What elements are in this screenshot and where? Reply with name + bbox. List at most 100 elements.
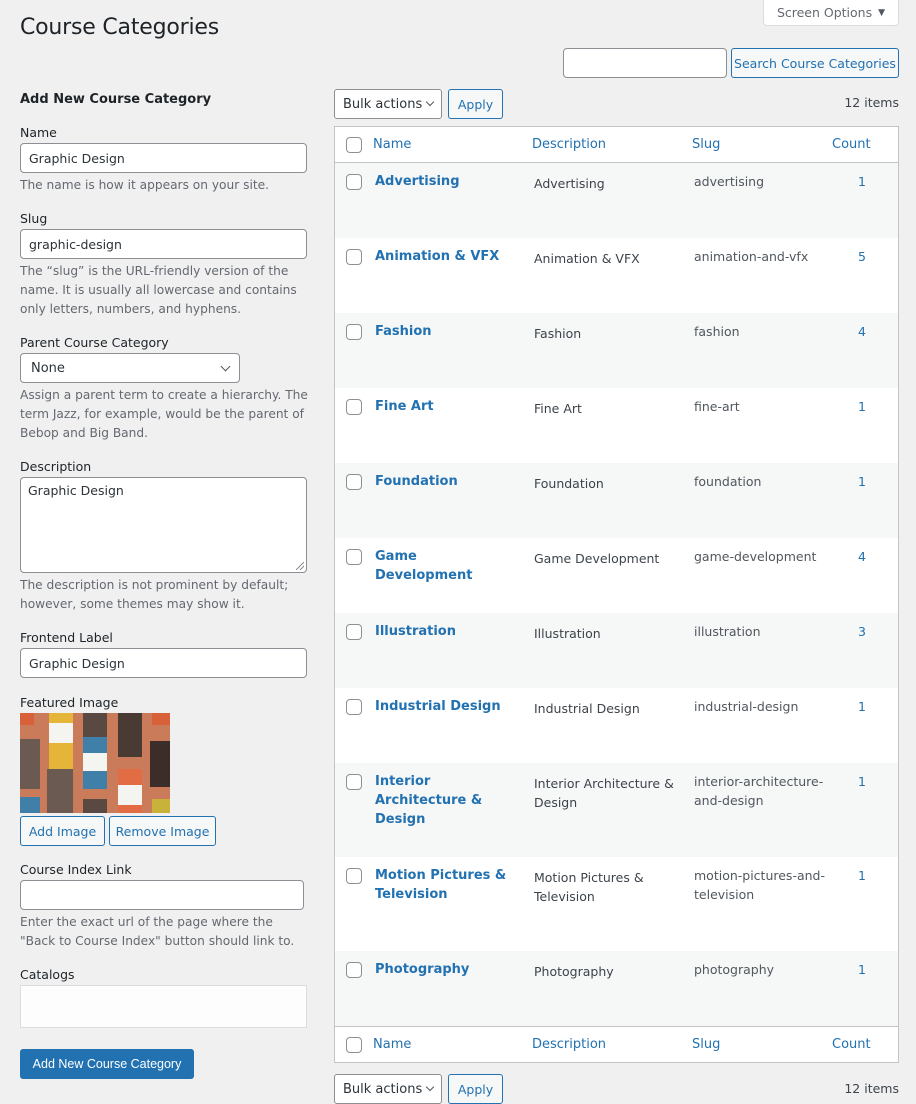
- search-button[interactable]: Search Course Categories: [731, 48, 899, 78]
- category-name-link[interactable]: Animation & VFX: [375, 247, 515, 266]
- remove-image-button[interactable]: Remove Image: [109, 816, 216, 846]
- course-index-link-label: Course Index Link: [20, 862, 132, 877]
- category-name-link[interactable]: Foundation: [375, 472, 515, 491]
- category-name-link[interactable]: Motion Pictures & Television: [375, 866, 515, 904]
- description-textarea[interactable]: Graphic Design: [20, 477, 307, 573]
- apply-button[interactable]: Apply: [448, 89, 503, 119]
- category-count-link[interactable]: 1: [858, 472, 866, 491]
- category-description: Photography: [534, 964, 614, 979]
- category-name-link[interactable]: Game Development: [375, 547, 515, 585]
- column-name-footer[interactable]: Name: [373, 1037, 411, 1052]
- add-image-button[interactable]: Add Image: [20, 816, 105, 846]
- chevron-down-icon: [425, 97, 435, 107]
- category-count-link[interactable]: 1: [858, 866, 866, 885]
- description-value: Graphic Design: [28, 483, 124, 498]
- category-description: Fashion: [534, 326, 582, 341]
- row-checkbox[interactable]: [346, 249, 362, 265]
- parent-help: Assign a parent term to create a hierarc…: [20, 388, 308, 440]
- slug-label: Slug: [20, 211, 48, 226]
- row-checkbox[interactable]: [346, 399, 362, 415]
- category-count-link[interactable]: 1: [858, 697, 866, 716]
- row-checkbox[interactable]: [346, 174, 362, 190]
- tablenav-top: Bulk actions Apply 12 items: [334, 89, 899, 119]
- row-checkbox[interactable]: [346, 774, 362, 790]
- select-all-checkbox[interactable]: [346, 137, 362, 153]
- category-name-link[interactable]: Industrial Design: [375, 697, 515, 716]
- category-count-link[interactable]: 1: [858, 397, 866, 416]
- table-row: Interior Architecture & Design Interior A…: [335, 763, 898, 857]
- select-all-checkbox-footer[interactable]: [346, 1037, 362, 1053]
- slug-input[interactable]: graphic-design: [20, 229, 307, 259]
- description-help: The description is not prominent by defa…: [20, 578, 289, 611]
- column-count[interactable]: Count: [832, 137, 871, 152]
- row-checkbox[interactable]: [346, 624, 362, 640]
- table-header: Name Description Slug Count: [335, 127, 898, 163]
- form-heading: Add New Course Category: [20, 92, 212, 107]
- parent-select[interactable]: None: [20, 353, 240, 383]
- category-count-link[interactable]: 1: [858, 960, 866, 979]
- category-name-link[interactable]: Interior Architecture & Design: [375, 772, 515, 829]
- row-checkbox[interactable]: [346, 549, 362, 565]
- frontend-label-label: Frontend Label: [20, 630, 113, 645]
- featured-image-label: Featured Image: [20, 695, 119, 710]
- row-checkbox[interactable]: [346, 474, 362, 490]
- category-name-link[interactable]: Fashion: [375, 322, 515, 341]
- category-description: Industrial Design: [534, 701, 640, 716]
- caret-down-icon: ▼: [878, 7, 886, 18]
- column-slug[interactable]: Slug: [692, 137, 720, 152]
- search-input[interactable]: [563, 48, 727, 78]
- category-count-link[interactable]: 1: [858, 172, 866, 191]
- category-name-link[interactable]: Fine Art: [375, 397, 515, 416]
- category-name-link[interactable]: Advertising: [375, 172, 515, 191]
- parent-label: Parent Course Category: [20, 335, 169, 350]
- category-slug: motion-pictures-and-television: [694, 868, 825, 902]
- category-slug: illustration: [694, 624, 761, 639]
- table-row: Animation & VFX Animation & VFX animation-…: [335, 238, 898, 313]
- page-title: Course Categories: [20, 15, 219, 40]
- apply-button-bottom[interactable]: Apply: [448, 1074, 503, 1104]
- resize-grip-icon[interactable]: [296, 562, 304, 570]
- row-checkbox[interactable]: [346, 324, 362, 340]
- name-input[interactable]: Graphic Design: [20, 143, 307, 173]
- category-description: Fine Art: [534, 401, 582, 416]
- row-checkbox[interactable]: [346, 868, 362, 884]
- table-row: Fine Art Fine Art fine-art 1: [335, 388, 898, 463]
- category-count-link[interactable]: 5: [858, 247, 866, 266]
- chevron-down-icon: [425, 1082, 435, 1092]
- column-description[interactable]: Description: [532, 137, 606, 152]
- screen-options-button[interactable]: Screen Options ▼: [763, 0, 899, 26]
- bulk-actions-select-bottom[interactable]: Bulk actions: [334, 1074, 442, 1104]
- table-row: Foundation Foundation foundation 1: [335, 463, 898, 538]
- table-row: Motion Pictures & Television Motion Pictu…: [335, 857, 898, 951]
- add-new-category-button[interactable]: Add New Course Category: [20, 1049, 194, 1079]
- category-slug: fashion: [694, 324, 740, 339]
- category-description: Foundation: [534, 476, 604, 491]
- category-count-link[interactable]: 4: [858, 322, 866, 341]
- column-name[interactable]: Name: [373, 137, 411, 152]
- description-label: Description: [20, 459, 92, 474]
- frontend-label-input[interactable]: Graphic Design: [20, 648, 307, 678]
- column-count-footer[interactable]: Count: [832, 1037, 871, 1052]
- bulk-actions-select[interactable]: Bulk actions: [334, 89, 442, 119]
- items-count: 12 items: [844, 95, 899, 110]
- categories-table: Name Description Slug Count Advertising A…: [334, 126, 899, 1063]
- column-slug-footer[interactable]: Slug: [692, 1037, 720, 1052]
- bulk-actions-label: Bulk actions: [343, 96, 423, 112]
- row-checkbox[interactable]: [346, 699, 362, 715]
- category-name-link[interactable]: Photography: [375, 960, 515, 979]
- course-index-link-input[interactable]: [20, 880, 304, 910]
- category-count-link[interactable]: 3: [858, 622, 866, 641]
- category-name-link[interactable]: Illustration: [375, 622, 515, 641]
- row-checkbox[interactable]: [346, 962, 362, 978]
- catalogs-field[interactable]: [20, 985, 307, 1028]
- tablenav-bottom: Bulk actions Apply 12 items: [334, 1074, 899, 1104]
- column-description-footer[interactable]: Description: [532, 1037, 606, 1052]
- category-slug: industrial-design: [694, 699, 799, 714]
- category-slug: game-development: [694, 549, 817, 564]
- table-row: Photography Photography photography 1: [335, 951, 898, 1026]
- category-count-link[interactable]: 4: [858, 547, 866, 566]
- category-count-link[interactable]: 1: [858, 772, 866, 791]
- course-index-link-help: Enter the exact url of the page where th…: [20, 915, 295, 948]
- chevron-down-icon: [220, 361, 231, 371]
- table-row: Advertising Advertising advertising 1: [335, 163, 898, 238]
